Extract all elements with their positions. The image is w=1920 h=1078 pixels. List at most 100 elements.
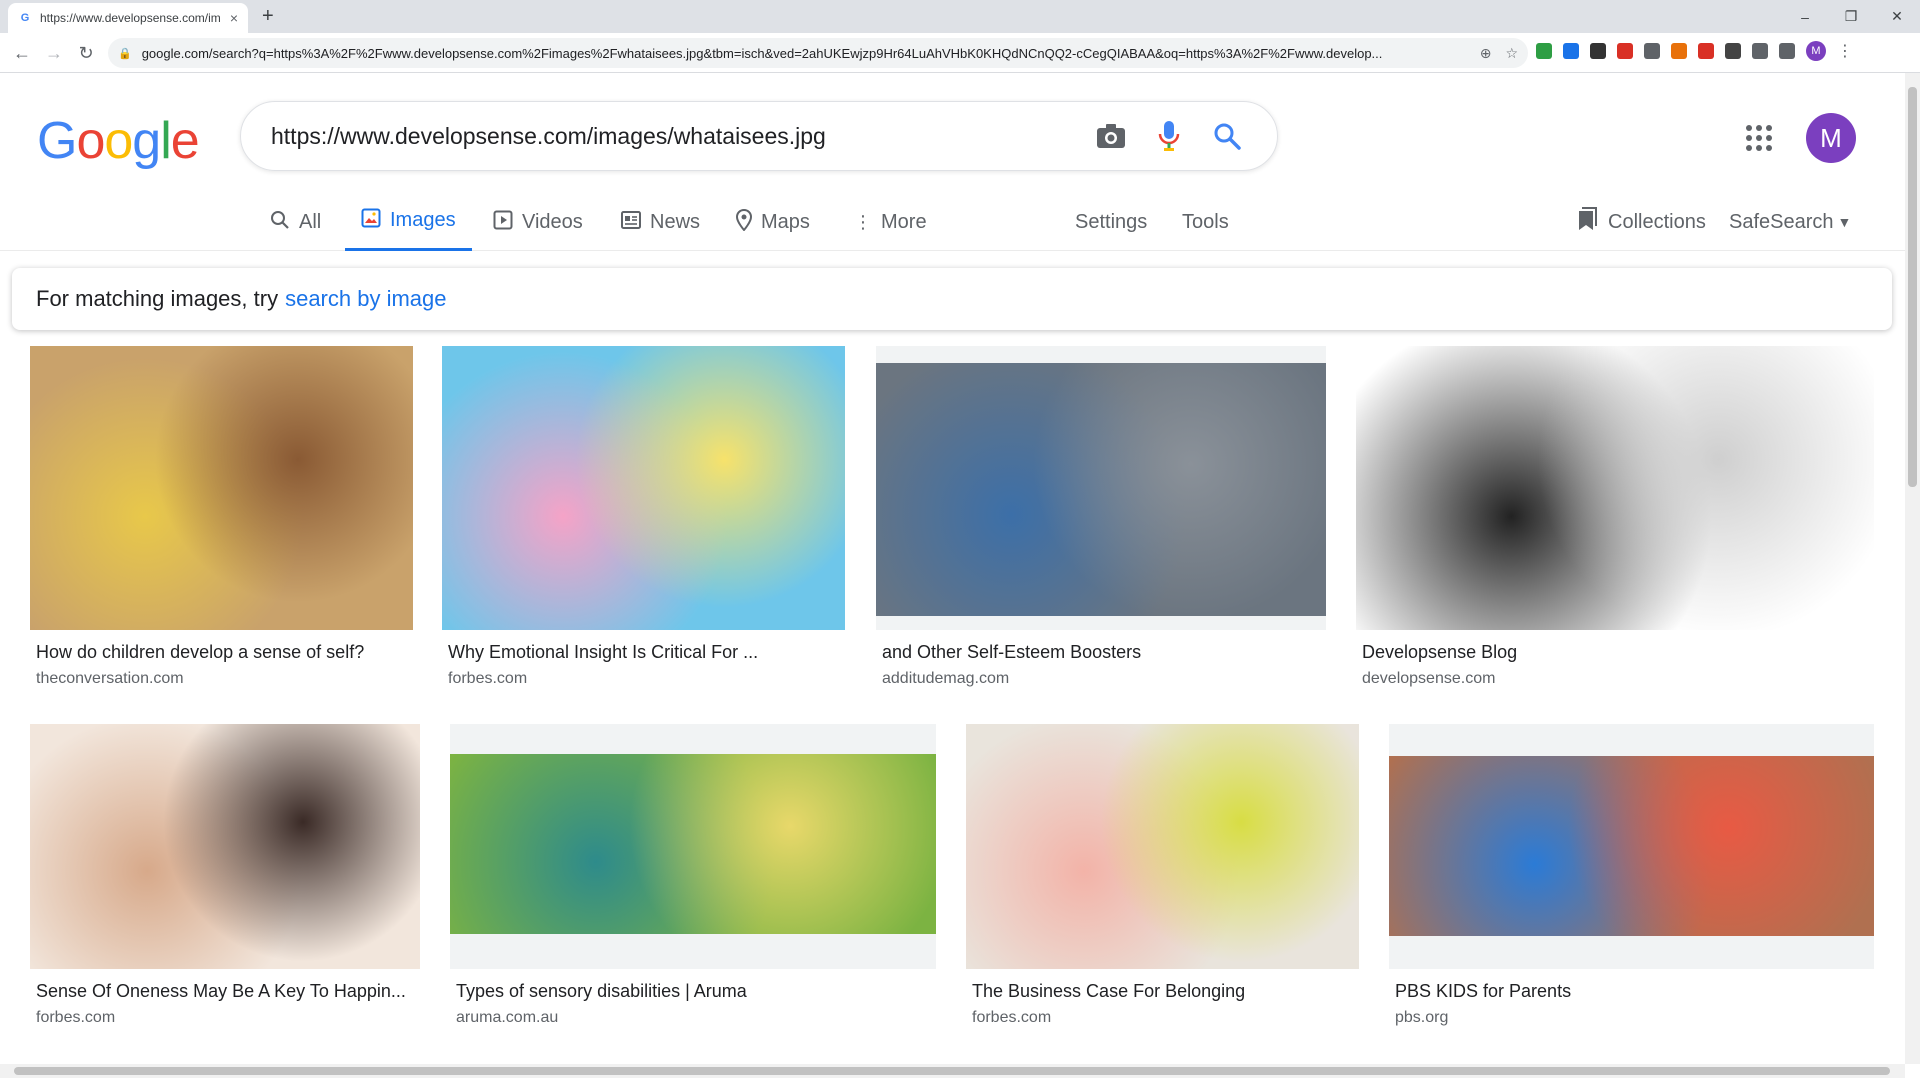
- extension-icon[interactable]: [1725, 43, 1741, 59]
- reload-icon[interactable]: ↻: [74, 41, 98, 65]
- image-result[interactable]: Developsense Blog developsense.com: [1356, 346, 1874, 710]
- minimize-button[interactable]: –: [1782, 0, 1828, 33]
- image-result[interactable]: How do children develop a sense of self?…: [30, 346, 413, 710]
- extension-icon[interactable]: [1671, 43, 1687, 59]
- result-title[interactable]: The Business Case For Belonging: [972, 981, 1355, 1002]
- extensions-bar: M ⋮: [1536, 41, 1853, 61]
- tab-label: Maps: [761, 210, 810, 233]
- google-apps-icon[interactable]: [1746, 125, 1772, 151]
- vertical-scrollbar[interactable]: [1905, 73, 1920, 1064]
- google-images-page: Google https://www.developsense.com/imag…: [0, 73, 1905, 1066]
- result-domain: forbes.com: [972, 1009, 1052, 1026]
- search-by-image-hint: For matching images, try search by image: [12, 268, 1892, 330]
- safesearch-dropdown[interactable]: SafeSearch ▼: [1729, 193, 1851, 251]
- tab-title: https://www.developsense.com/im: [40, 11, 221, 25]
- forward-icon[interactable]: →: [42, 41, 66, 65]
- bookmark-icon: [1576, 207, 1598, 237]
- extension-icon[interactable]: [1752, 43, 1768, 59]
- news-icon: [621, 210, 641, 234]
- image-result[interactable]: and Other Self-Esteem Boosters additudema…: [876, 346, 1326, 710]
- image-result[interactable]: Types of sensory disabilities | Aruma aru…: [450, 724, 936, 1049]
- close-window-button[interactable]: ✕: [1874, 0, 1920, 33]
- thumbnail-image: [1389, 756, 1874, 936]
- bookmark-star-icon[interactable]: ☆: [1505, 45, 1518, 62]
- result-thumbnail[interactable]: [30, 346, 413, 630]
- tab-all[interactable]: All: [254, 193, 337, 251]
- result-thumbnail[interactable]: [1389, 724, 1874, 969]
- microphone-icon[interactable]: [1149, 116, 1189, 156]
- search-by-image-link[interactable]: search by image: [285, 286, 446, 312]
- extension-icon[interactable]: [1563, 43, 1579, 59]
- result-thumbnail[interactable]: [966, 724, 1359, 969]
- new-tab-button[interactable]: +: [262, 5, 274, 28]
- result-title[interactable]: and Other Self-Esteem Boosters: [882, 642, 1322, 663]
- result-title[interactable]: Developsense Blog: [1362, 642, 1870, 663]
- logo-letter: o: [104, 112, 133, 170]
- tab-news[interactable]: News: [605, 193, 716, 251]
- safesearch-label: SafeSearch: [1729, 210, 1834, 233]
- result-thumbnail[interactable]: [450, 724, 936, 969]
- hint-text: For matching images, try: [36, 286, 279, 311]
- result-thumbnail[interactable]: [442, 346, 845, 630]
- close-tab-icon[interactable]: ×: [230, 10, 238, 26]
- google-logo[interactable]: Google: [37, 111, 200, 171]
- tab-maps[interactable]: Maps: [720, 193, 826, 251]
- browser-tab-strip: G https://www.developsense.com/im × + – …: [0, 0, 1920, 33]
- result-domain: pbs.org: [1395, 1009, 1449, 1026]
- result-thumbnail[interactable]: [1356, 346, 1874, 630]
- logo-letter: l: [160, 112, 172, 170]
- result-domain: aruma.com.au: [456, 1009, 559, 1026]
- search-box[interactable]: https://www.developsense.com/images/what…: [240, 101, 1278, 171]
- collections-link[interactable]: Collections: [1576, 193, 1706, 251]
- extension-icon[interactable]: [1590, 43, 1606, 59]
- tools-link[interactable]: Tools: [1182, 193, 1229, 251]
- settings-link[interactable]: Settings: [1075, 193, 1147, 251]
- thumbnail-image: [1356, 346, 1874, 630]
- account-avatar[interactable]: M: [1806, 113, 1856, 163]
- tab-label: Videos: [522, 210, 583, 233]
- browser-tab[interactable]: G https://www.developsense.com/im ×: [8, 3, 248, 33]
- search-icon[interactable]: [1207, 116, 1247, 156]
- address-url[interactable]: google.com/search?q=https%3A%2F%2Fwww.de…: [142, 46, 1466, 61]
- image-result[interactable]: The Business Case For Belonging forbes.co…: [966, 724, 1359, 1049]
- result-thumbnail[interactable]: [876, 346, 1326, 630]
- image-result[interactable]: Why Emotional Insight Is Critical For ..…: [442, 346, 845, 710]
- result-title[interactable]: Sense Of Oneness May Be A Key To Happin.…: [36, 981, 416, 1002]
- caret-down-icon: ▼: [1837, 214, 1852, 230]
- image-icon: [361, 208, 381, 233]
- extension-icon[interactable]: [1617, 43, 1633, 59]
- result-title[interactable]: Types of sensory disabilities | Aruma: [456, 981, 932, 1002]
- zoom-icon[interactable]: ⊕: [1480, 45, 1492, 62]
- lock-icon: 🔒: [118, 47, 132, 60]
- horizontal-scrollbar[interactable]: [0, 1064, 1905, 1078]
- tab-videos[interactable]: Videos: [477, 193, 599, 251]
- scrollbar-thumb[interactable]: [1908, 87, 1917, 487]
- collections-label: Collections: [1608, 210, 1706, 233]
- image-result[interactable]: PBS KIDS for Parents pbs.org: [1389, 724, 1874, 1049]
- thumbnail-image: [30, 346, 413, 630]
- result-title[interactable]: PBS KIDS for Parents: [1395, 981, 1870, 1002]
- image-result[interactable]: Sense Of Oneness May Be A Key To Happin.…: [30, 724, 420, 1049]
- tab-more[interactable]: ⋮ More: [838, 193, 943, 251]
- camera-icon[interactable]: [1091, 116, 1131, 156]
- scrollbar-thumb[interactable]: [14, 1067, 1890, 1075]
- thumbnail-image: [966, 724, 1359, 969]
- tab-images[interactable]: Images: [345, 193, 472, 251]
- thumbnail-image: [442, 346, 845, 630]
- back-icon[interactable]: ←: [10, 41, 34, 65]
- address-bar[interactable]: 🔒 google.com/search?q=https%3A%2F%2Fwww.…: [108, 38, 1528, 68]
- thumbnail-image: [30, 724, 420, 969]
- result-title[interactable]: How do children develop a sense of self?: [36, 642, 409, 663]
- thumbnail-image: [876, 363, 1326, 616]
- extension-icon[interactable]: [1536, 43, 1552, 59]
- result-title[interactable]: Why Emotional Insight Is Critical For ..…: [448, 642, 841, 663]
- search-input[interactable]: https://www.developsense.com/images/what…: [271, 123, 1073, 150]
- browser-menu-icon[interactable]: ⋮: [1837, 41, 1853, 61]
- extension-icon[interactable]: [1779, 43, 1795, 59]
- extension-icon[interactable]: [1698, 43, 1714, 59]
- extension-icon[interactable]: [1644, 43, 1660, 59]
- profile-avatar[interactable]: M: [1806, 41, 1826, 61]
- result-thumbnail[interactable]: [30, 724, 420, 969]
- thumbnail-image: [450, 754, 936, 934]
- maximize-button[interactable]: ❐: [1828, 0, 1874, 33]
